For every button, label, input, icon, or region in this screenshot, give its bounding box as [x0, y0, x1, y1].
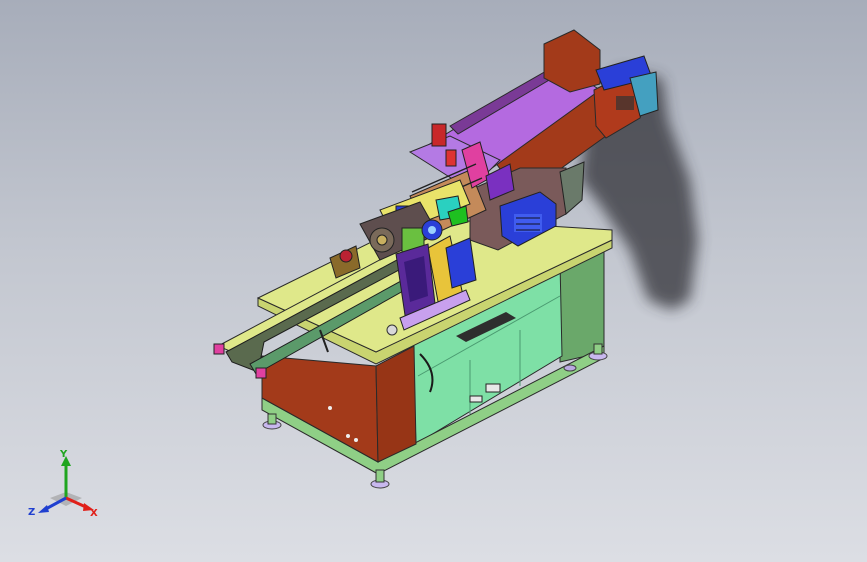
foot: [563, 364, 577, 372]
cad-assembly-icon[interactable]: [0, 0, 867, 562]
z-axis-head: [38, 505, 49, 513]
rear-block: [543, 29, 601, 93]
conveyor-end-cap: [255, 367, 267, 379]
conveyor-end-cap: [213, 343, 225, 355]
y-axis-label: Y: [59, 449, 68, 460]
x-axis-label: X: [90, 508, 98, 519]
vent-grille: [616, 96, 634, 110]
cad-viewport[interactable]: Y X Z: [0, 0, 867, 562]
cabinet-front-door: [375, 345, 417, 463]
z-axis-label: Z: [28, 507, 35, 518]
orientation-triad[interactable]: Y X Z: [20, 448, 110, 528]
